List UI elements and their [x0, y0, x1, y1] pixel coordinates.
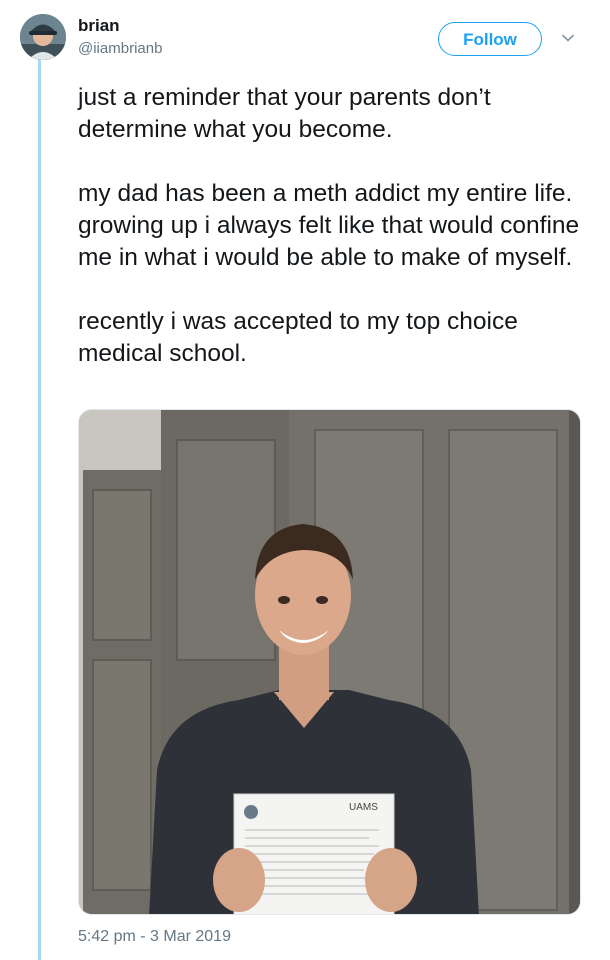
- follow-button[interactable]: Follow: [438, 22, 542, 56]
- avatar-photo: [20, 14, 66, 60]
- avatar[interactable]: [20, 14, 66, 60]
- user-handle[interactable]: @iiambrianb: [78, 40, 162, 57]
- letter-logo-text: UAMS: [349, 802, 378, 813]
- tweet-paragraph: just a reminder that your parents don’t …: [78, 84, 491, 143]
- tweet-photo[interactable]: UAMS: [78, 409, 581, 915]
- chevron-down-icon[interactable]: [560, 30, 576, 46]
- tweet-paragraph: recently i was accepted to my top choice…: [78, 308, 518, 367]
- tweet-timestamp[interactable]: 5:42 pm - 3 Mar 2019: [78, 928, 231, 946]
- photo-man-holding-acceptance-letter-icon: UAMS: [79, 410, 580, 914]
- display-name[interactable]: brian: [78, 16, 120, 36]
- tweet-text: just a reminder that your parents don’t …: [78, 82, 588, 370]
- tweet-paragraph: my dad has been a meth addict my entire …: [78, 180, 580, 271]
- thread-line: [38, 58, 41, 960]
